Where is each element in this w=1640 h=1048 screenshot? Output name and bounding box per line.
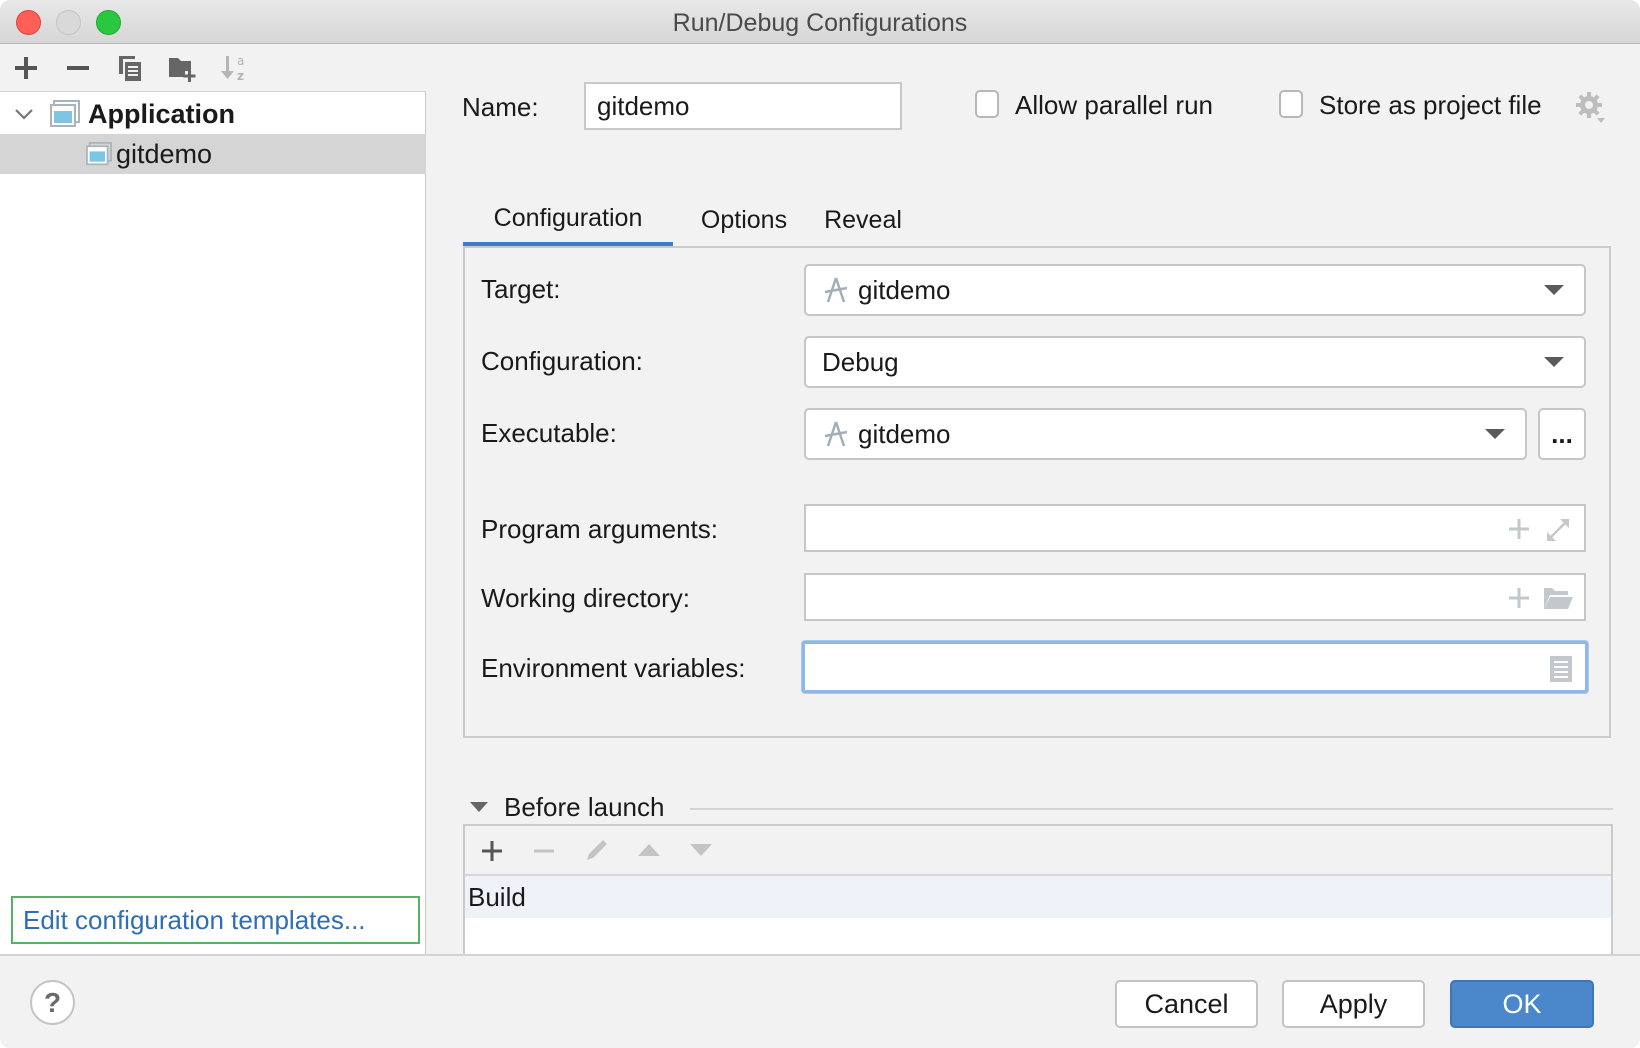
allow-parallel-run-checkbox[interactable] <box>975 90 999 118</box>
before-launch-toolbar <box>465 826 1611 876</box>
new-folder-icon <box>169 58 196 82</box>
working-directory-input[interactable] <box>804 573 1586 621</box>
sort-alpha-button[interactable]: az <box>218 52 250 84</box>
browse-executable-button[interactable]: ... <box>1538 408 1586 460</box>
target-label: Target: <box>481 274 561 304</box>
edit-icon[interactable] <box>583 836 611 864</box>
dropdown-arrow-icon <box>1544 357 1564 367</box>
dialog-footer: ? Cancel Apply OK <box>0 954 1640 1048</box>
remove-icon <box>67 66 89 70</box>
name-label: Name: <box>462 92 539 122</box>
name-input[interactable]: gitdemo <box>584 82 902 130</box>
gear-icon <box>1576 92 1605 123</box>
xcode-app-icon <box>824 277 848 303</box>
title-bar: Run/Debug Configurations <box>0 0 1640 44</box>
apply-button[interactable]: Apply <box>1282 980 1425 1028</box>
insert-macro-icon[interactable] <box>1508 587 1530 609</box>
before-launch-title: Before launch <box>504 792 665 822</box>
copy-config-button[interactable] <box>114 52 146 84</box>
environment-variables-label: Environment variables: <box>481 653 746 683</box>
sort-alpha-icon: az <box>221 54 244 83</box>
program-arguments-label: Program arguments: <box>481 514 718 544</box>
collapse-triangle-icon[interactable] <box>469 800 489 814</box>
expand-icon[interactable] <box>1544 516 1572 544</box>
config-panel: Name: gitdemo Allow parallel run Store a… <box>427 44 1640 954</box>
tab-configuration[interactable]: Configuration <box>463 194 673 246</box>
allow-parallel-run-label[interactable]: Allow parallel run <box>1015 90 1213 121</box>
chevron-down-icon[interactable] <box>14 107 34 121</box>
tab-reveal[interactable]: Reveal <box>813 194 913 246</box>
store-as-project-file-label[interactable]: Store as project file <box>1319 90 1542 121</box>
sidebar: az Application gitdemo Edit configuratio… <box>0 44 426 954</box>
before-launch-header[interactable]: Before launch <box>463 788 1613 828</box>
add-config-button[interactable] <box>10 52 42 84</box>
program-arguments-input[interactable] <box>804 504 1586 552</box>
tree-node-application[interactable]: Application <box>0 94 426 134</box>
tab-bar: Configuration Options Reveal <box>463 194 1613 246</box>
configuration-value: Debug <box>822 346 899 377</box>
run-debug-dialog: Run/Debug Configurations az Application <box>0 0 1640 1048</box>
edit-configuration-templates-link[interactable]: Edit configuration templates... <box>11 896 420 944</box>
svg-text:z: z <box>237 69 244 83</box>
window-title: Run/Debug Configurations <box>672 9 968 37</box>
configuration-tab-panel: Target: gitdemo Configuration: Debug Exe… <box>463 246 1611 738</box>
name-input-value: gitdemo <box>597 90 690 121</box>
remove-icon[interactable] <box>533 840 555 862</box>
document-icon[interactable] <box>1549 655 1573 683</box>
application-icon <box>86 142 112 166</box>
working-directory-label: Working directory: <box>481 583 691 613</box>
before-launch-item[interactable]: Build <box>465 876 1611 918</box>
remove-config-button[interactable] <box>62 52 94 84</box>
xcode-app-icon <box>824 421 848 447</box>
copy-icon <box>119 56 141 81</box>
tree-node-label: gitdemo <box>116 138 213 169</box>
target-combo[interactable]: gitdemo <box>804 264 1586 316</box>
store-as-project-file-checkbox[interactable] <box>1279 90 1303 118</box>
target-value: gitdemo <box>858 274 951 305</box>
tree-node-label: Application <box>88 98 235 129</box>
move-up-icon[interactable] <box>637 842 661 858</box>
tree-node-gitdemo[interactable]: gitdemo <box>0 134 426 174</box>
executable-combo[interactable]: gitdemo <box>804 408 1527 460</box>
cancel-button[interactable]: Cancel <box>1115 980 1258 1028</box>
add-icon[interactable] <box>481 840 503 862</box>
svg-text:a: a <box>237 54 244 68</box>
add-icon <box>15 57 37 79</box>
executable-label: Executable: <box>481 418 617 448</box>
help-button[interactable]: ? <box>30 980 75 1025</box>
configuration-label: Configuration: <box>481 346 643 376</box>
insert-macro-icon[interactable] <box>1508 518 1530 540</box>
sidebar-toolbar: az <box>0 44 426 92</box>
tab-options[interactable]: Options <box>689 194 799 246</box>
dropdown-arrow-icon <box>1485 429 1505 439</box>
dropdown-arrow-icon <box>1544 285 1564 295</box>
new-folder-button[interactable] <box>166 52 198 84</box>
folder-open-icon[interactable] <box>1542 585 1574 611</box>
before-launch-panel: Build <box>463 824 1613 954</box>
executable-value: gitdemo <box>858 418 951 449</box>
section-divider <box>690 808 1613 810</box>
application-icon <box>50 100 80 127</box>
store-settings-button[interactable] <box>1575 91 1607 130</box>
move-down-icon[interactable] <box>689 842 713 858</box>
configuration-combo[interactable]: Debug <box>804 336 1586 388</box>
environment-variables-input[interactable] <box>802 641 1588 693</box>
ok-button[interactable]: OK <box>1450 980 1594 1028</box>
